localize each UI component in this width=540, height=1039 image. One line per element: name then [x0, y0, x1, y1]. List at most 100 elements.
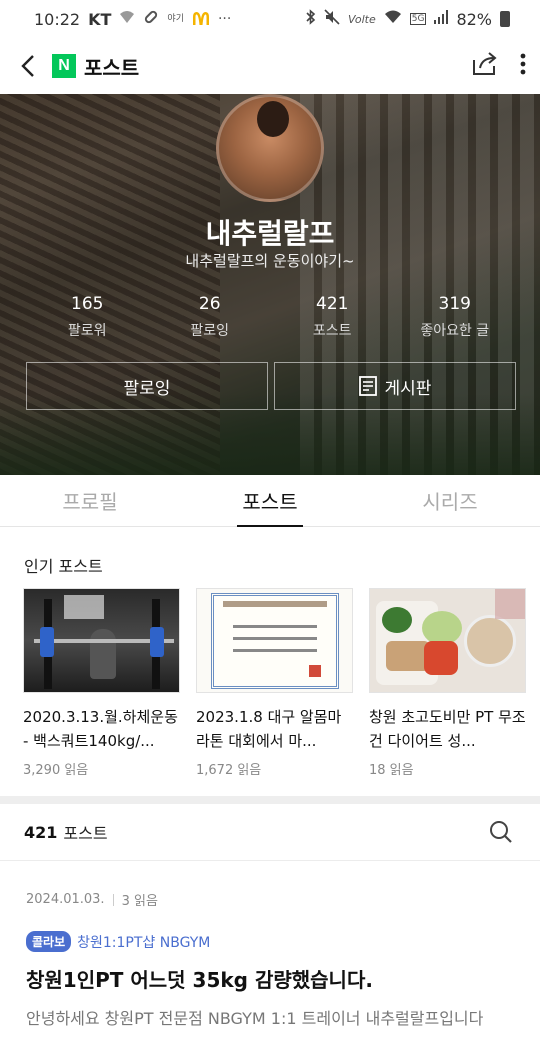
popular-post-card[interactable]: 2020.3.13.월.하체운동 - 백스쿼트140kg/... 3,290 읽…	[23, 588, 180, 778]
thumb-detail	[40, 627, 54, 657]
chevron-left-icon	[21, 55, 34, 77]
wifi-question-icon	[119, 10, 135, 28]
stat-label: 포스트	[312, 323, 352, 339]
battery-level: 82%	[456, 9, 492, 29]
kebab-menu-icon	[520, 53, 526, 75]
popular-post-card[interactable]: 창원 초고도비만 PT 무조건 다이어트 성... 18 읽음	[369, 588, 526, 778]
stat-following[interactable]: 26 팔로잉	[149, 294, 272, 340]
volte-icon: Volte	[347, 12, 376, 26]
popular-post-title: 2023.1.8 대구 알몸마라톤 대회에서 마...	[196, 708, 342, 750]
stat-label: 팔로워	[67, 323, 107, 339]
5g-icon: 5G	[409, 13, 427, 25]
bluetooth-icon	[306, 9, 316, 29]
following-button-label: 팔로잉	[123, 378, 171, 399]
stat-label: 팔로잉	[190, 323, 230, 339]
avatar[interactable]	[216, 94, 324, 202]
profile-stats: 165 팔로워 26 팔로잉 421 포스트 319 좋아요한 글	[26, 294, 516, 340]
back-button[interactable]	[14, 46, 42, 86]
tab-posts[interactable]: 포스트	[180, 475, 360, 527]
battery-icon	[500, 11, 510, 27]
board-icon	[358, 376, 377, 396]
following-button[interactable]: 팔로잉	[26, 362, 268, 410]
thumb-detail	[64, 595, 104, 619]
thumb-detail	[233, 625, 317, 628]
stat-followers[interactable]: 165 팔로워	[26, 294, 149, 340]
thumb-detail	[382, 607, 412, 633]
status-bar: 10:22 KT 야기 ··· Volte 5G 82%	[0, 0, 540, 38]
profile-actions: 팔로잉 게시판	[26, 362, 516, 410]
post-thumbnail	[196, 588, 353, 693]
stat-value: 421	[316, 294, 349, 314]
stat-value: 26	[198, 294, 221, 314]
tab-profile[interactable]: 프로필	[0, 475, 180, 526]
status-carrier: KT	[88, 9, 112, 29]
thumb-detail	[424, 641, 458, 675]
post-reads: 3 읽음	[121, 894, 158, 909]
status-time: 10:22	[34, 9, 81, 29]
pill-icon	[143, 9, 159, 29]
app-bar-actions	[472, 52, 526, 80]
thumb-detail	[495, 589, 525, 619]
stat-posts[interactable]: 421 포스트	[271, 294, 394, 340]
board-button[interactable]: 게시판	[274, 362, 516, 410]
app-title: 포스트	[84, 55, 140, 80]
thumb-detail	[464, 615, 516, 667]
profile-tabs: 프로필 포스트 시리즈	[0, 475, 540, 527]
post-thumbnail	[369, 588, 526, 693]
status-bar-right: Volte 5G 82%	[306, 9, 510, 29]
post-date: 2024.01.03.	[26, 892, 105, 907]
collab-name[interactable]: 창원1:1PT샵 NBGYM	[77, 932, 210, 952]
collab-badge: 콜라보	[26, 931, 72, 952]
stat-label: 좋아요한 글	[420, 323, 490, 339]
stat-liked[interactable]: 319 좋아요한 글	[394, 294, 517, 340]
share-button[interactable]	[472, 52, 498, 80]
thumb-detail	[90, 629, 116, 679]
post-title: 창원1인PT 어느덧 35kg 감량했습니다.	[26, 968, 373, 992]
small-app-icon: 야기	[167, 13, 184, 24]
post-count-label: 포스트	[63, 824, 108, 843]
blog-name: 내추럴랄프	[205, 217, 335, 250]
section-divider	[0, 796, 540, 804]
mute-icon	[324, 9, 340, 29]
meta-separator	[112, 893, 114, 906]
stat-value: 165	[71, 294, 104, 314]
thumb-detail	[233, 637, 317, 640]
post-thumbnail	[23, 588, 180, 693]
post-collab: 콜라보 창원1:1PT샵 NBGYM	[26, 931, 516, 952]
popular-post-title: 창원 초고도비만 PT 무조건 다이어트 성...	[369, 708, 526, 750]
app-bar: N 포스트	[0, 38, 540, 94]
thumb-detail	[233, 649, 317, 652]
popular-post-reads: 3,290 읽음	[23, 763, 89, 778]
popular-posts-title: 인기 포스트	[24, 557, 103, 576]
profile-header: 내추럴랄프 내추럴랄프의 운동이야기~ 165 팔로워 26 팔로잉 421 포…	[0, 94, 540, 475]
popular-post-reads: 1,672 읽음	[196, 763, 262, 778]
post-list-item[interactable]: 2024.01.03. 3 읽음 콜라보 창원1:1PT샵 NBGYM 창원1인…	[26, 890, 516, 1029]
popular-posts-list: 2020.3.13.월.하체운동 - 백스쿼트140kg/... 3,290 읽…	[23, 588, 540, 778]
tab-series[interactable]: 시리즈	[360, 475, 540, 526]
mcdonalds-icon	[192, 9, 210, 30]
more-dots-icon: ···	[217, 11, 232, 27]
signal-icon	[434, 10, 449, 28]
popular-post-card[interactable]: 2023.1.8 대구 알몸마라톤 대회에서 마... 1,672 읽음	[196, 588, 353, 778]
thumb-detail	[223, 601, 327, 607]
more-menu-button[interactable]	[520, 53, 526, 79]
wifi-icon	[384, 10, 402, 28]
post-excerpt: 안녕하세요 창원PT 전문점 NBGYM 1:1 트레이너 내추럴랄프입니다	[26, 1009, 484, 1028]
thumb-detail	[309, 665, 321, 677]
board-button-label: 게시판	[384, 378, 432, 399]
share-icon	[473, 52, 497, 75]
status-bar-left: 10:22 KT 야기 ···	[34, 9, 231, 30]
popular-post-title: 2020.3.13.월.하체운동 - 백스쿼트140kg/...	[23, 708, 178, 750]
post-meta: 2024.01.03. 3 읽음	[26, 890, 516, 909]
search-icon	[490, 821, 512, 843]
thumb-detail	[150, 627, 164, 657]
popular-post-reads: 18 읽음	[369, 763, 414, 778]
post-count-bar: 421 포스트	[0, 804, 540, 861]
naver-logo[interactable]: N	[52, 54, 76, 78]
post-count: 421	[24, 822, 58, 842]
avatar-head	[257, 101, 289, 137]
thumb-detail	[422, 611, 462, 645]
stat-value: 319	[438, 294, 471, 314]
search-button[interactable]	[486, 817, 516, 847]
blog-description: 내추럴랄프의 운동이야기~	[185, 252, 355, 270]
